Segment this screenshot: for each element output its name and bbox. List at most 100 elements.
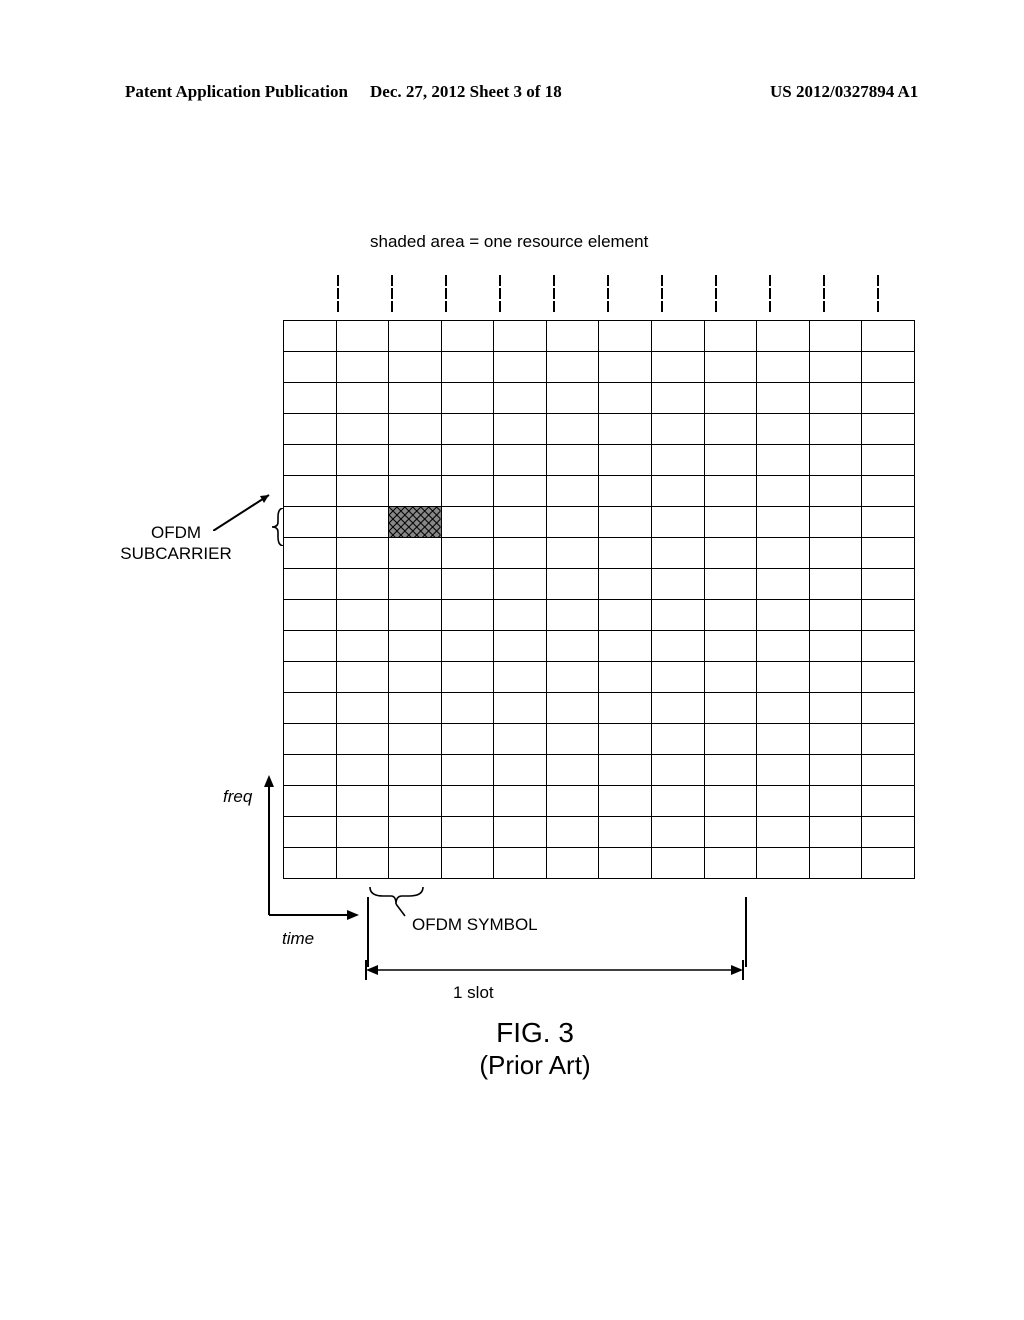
grid-cell <box>599 755 652 786</box>
grid-cell <box>494 538 547 569</box>
grid-cell <box>599 569 652 600</box>
grid-cell <box>546 569 599 600</box>
grid-cell <box>284 352 337 383</box>
grid-cell <box>389 476 442 507</box>
grid-cell <box>757 507 810 538</box>
grid-cell <box>757 569 810 600</box>
grid-row <box>284 848 915 879</box>
grid-cell <box>652 383 705 414</box>
grid-cell <box>284 848 337 879</box>
grid-cell <box>494 693 547 724</box>
grid-cell <box>652 507 705 538</box>
grid-cell <box>652 352 705 383</box>
grid-cell <box>441 662 494 693</box>
grid-cell <box>862 600 915 631</box>
grid-cell <box>652 414 705 445</box>
grid-row <box>284 631 915 662</box>
grid-cell <box>862 755 915 786</box>
grid-cell <box>809 631 862 662</box>
grid-cell <box>652 662 705 693</box>
grid-cell <box>757 662 810 693</box>
grid-cell <box>599 693 652 724</box>
grid-row <box>284 476 915 507</box>
grid-cell <box>336 569 389 600</box>
grid-cell <box>336 445 389 476</box>
grid-cell <box>441 693 494 724</box>
grid-cell <box>546 662 599 693</box>
grid-cell <box>862 476 915 507</box>
grid-cell <box>494 848 547 879</box>
grid-cell <box>546 383 599 414</box>
slot-arrow <box>363 956 757 1006</box>
grid-cell <box>284 786 337 817</box>
grid-cell <box>704 321 757 352</box>
grid-cell <box>862 352 915 383</box>
grid-cell <box>389 631 442 662</box>
grid-cell <box>809 569 862 600</box>
grid-cell <box>389 600 442 631</box>
grid-cell <box>546 445 599 476</box>
grid-cell <box>599 662 652 693</box>
grid-cell <box>494 476 547 507</box>
grid-cell <box>704 693 757 724</box>
grid-cell <box>652 786 705 817</box>
grid-cell <box>494 507 547 538</box>
grid-cell <box>862 848 915 879</box>
grid-cell <box>652 724 705 755</box>
shaded-resource-element <box>389 507 442 538</box>
grid-cell <box>599 321 652 352</box>
grid-cell <box>284 321 337 352</box>
grid-cell <box>389 724 442 755</box>
grid-cell <box>546 693 599 724</box>
grid-cell <box>336 476 389 507</box>
grid-cell <box>599 414 652 445</box>
grid-row <box>284 538 915 569</box>
grid-cell <box>757 445 810 476</box>
tickmark <box>661 275 667 313</box>
grid-cell <box>441 321 494 352</box>
grid-cell <box>336 507 389 538</box>
subcarrier-brace <box>271 508 285 546</box>
grid-cell <box>389 538 442 569</box>
grid-cell <box>704 724 757 755</box>
grid-cell <box>284 445 337 476</box>
tickmark <box>391 275 397 313</box>
grid-cell <box>809 414 862 445</box>
grid-cell <box>441 352 494 383</box>
grid-row <box>284 321 915 352</box>
grid-cell <box>704 662 757 693</box>
grid-cell <box>809 476 862 507</box>
header-mid: Dec. 27, 2012 Sheet 3 of 18 <box>370 82 562 102</box>
grid-cell <box>546 476 599 507</box>
grid-cell <box>546 352 599 383</box>
grid-cell <box>389 414 442 445</box>
grid-cell <box>441 755 494 786</box>
grid-cell <box>441 600 494 631</box>
tickmark <box>823 275 829 313</box>
grid-cell <box>704 538 757 569</box>
resource-grid <box>283 320 915 879</box>
grid-cell <box>704 600 757 631</box>
grid-cell <box>389 445 442 476</box>
tickmark <box>715 275 721 313</box>
grid-cell <box>546 600 599 631</box>
grid-cell <box>389 383 442 414</box>
grid-row <box>284 786 915 817</box>
grid-cell <box>704 383 757 414</box>
figure-area: OFDM SUBCARRIER freq time OFDM SYMBOL 1 … <box>115 260 915 1060</box>
grid-cell <box>494 755 547 786</box>
grid-cell <box>494 321 547 352</box>
grid-cell <box>441 817 494 848</box>
grid-cell <box>441 383 494 414</box>
grid-cell <box>652 848 705 879</box>
grid-cell <box>494 383 547 414</box>
grid-cell <box>809 600 862 631</box>
grid-cell <box>757 414 810 445</box>
grid-cell <box>652 569 705 600</box>
grid-cell <box>652 476 705 507</box>
grid-cell <box>809 662 862 693</box>
grid-cell <box>441 631 494 662</box>
grid-cell <box>652 321 705 352</box>
grid-cell <box>862 538 915 569</box>
header-left: Patent Application Publication <box>125 82 348 102</box>
